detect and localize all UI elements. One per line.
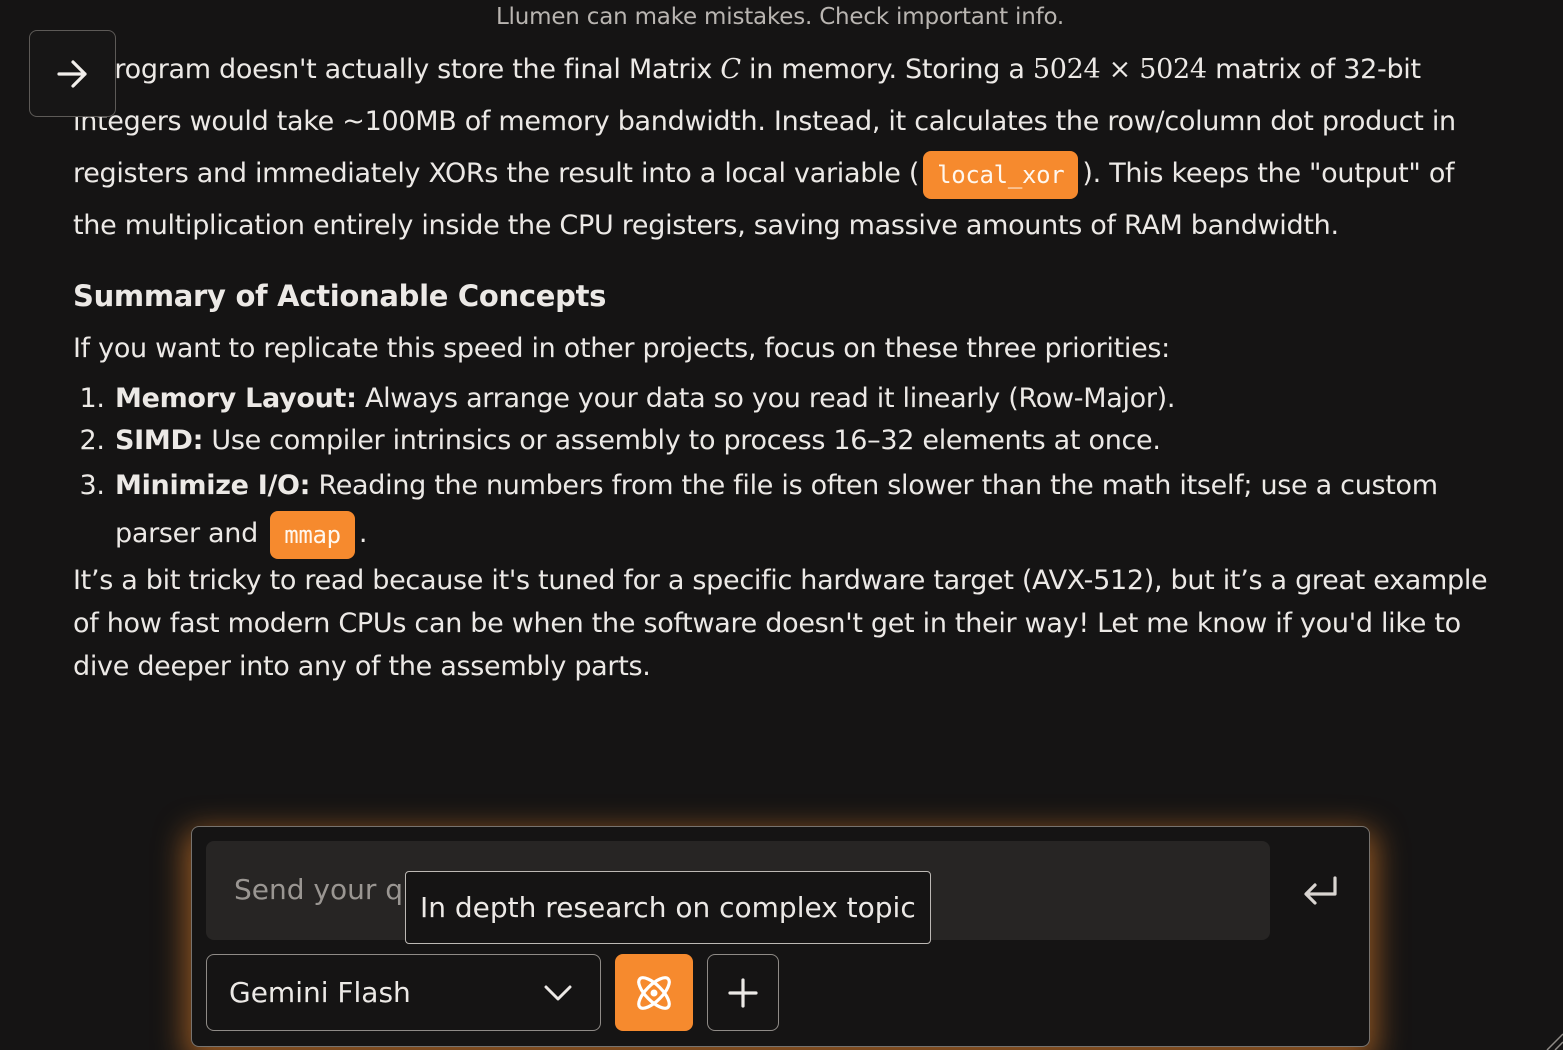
inline-code-mmap: mmap [270,510,355,559]
list-item-label: Memory Layout: [115,383,357,414]
chevron-down-icon [544,985,572,1000]
list-item: Minimize I/O: Reading the numbers from t… [113,462,1493,559]
paragraph-text: e program doesn't actually store the fin… [73,54,721,85]
assistant-message: e program doesn't actually store the fin… [73,44,1493,688]
model-select-value: Gemini Flash [229,976,411,1009]
list-item-text: . [358,518,368,549]
atom-icon [637,975,671,1010]
sidebar-toggle-button[interactable] [29,30,116,117]
list-item: Memory Layout: Always arrange your data … [113,378,1493,420]
plus-icon [728,977,758,1008]
research-tooltip: In depth research on complex topic [405,871,931,944]
paragraph-text: in memory. Storing a [740,54,1033,85]
list-item-label: SIMD: [115,425,204,456]
closing-paragraph: It’s a bit tricky to read because it's t… [73,564,1488,682]
matrix-variable: C [720,54,741,85]
list-item-text: Always arrange your data so you read it … [356,383,1176,414]
intro-paragraph: If you want to replicate this speed in o… [73,333,1170,364]
query-placeholder: Send your qu [234,873,421,906]
section-heading: Summary of Actionable Concepts [73,279,607,313]
list-item-label: Minimize I/O: [115,470,311,501]
list-item: SIMD: Use compiler intrinsics or assembl… [113,420,1493,462]
priorities-list: Memory Layout: Always arrange your data … [73,378,1493,559]
matrix-size: 5024 × 5024 [1032,54,1207,85]
model-select[interactable]: Gemini Flash [206,954,601,1031]
message-paragraph-matrix: e program doesn't actually store the fin… [73,44,1493,252]
message-composer: Send your qu In depth research on comple… [191,826,1370,1047]
resize-handle-icon[interactable] [1543,1030,1563,1050]
enter-return-icon [1304,876,1337,905]
add-attachment-button[interactable] [707,954,779,1031]
send-button[interactable] [1290,867,1350,917]
inline-code-local-xor: local_xor [923,150,1079,199]
list-item-text: Use compiler intrinsics or assembly to p… [203,425,1161,456]
deep-research-button[interactable] [615,954,693,1031]
disclaimer-text: Llumen can make mistakes. Check importan… [495,4,1065,30]
arrow-right-icon [56,59,87,88]
